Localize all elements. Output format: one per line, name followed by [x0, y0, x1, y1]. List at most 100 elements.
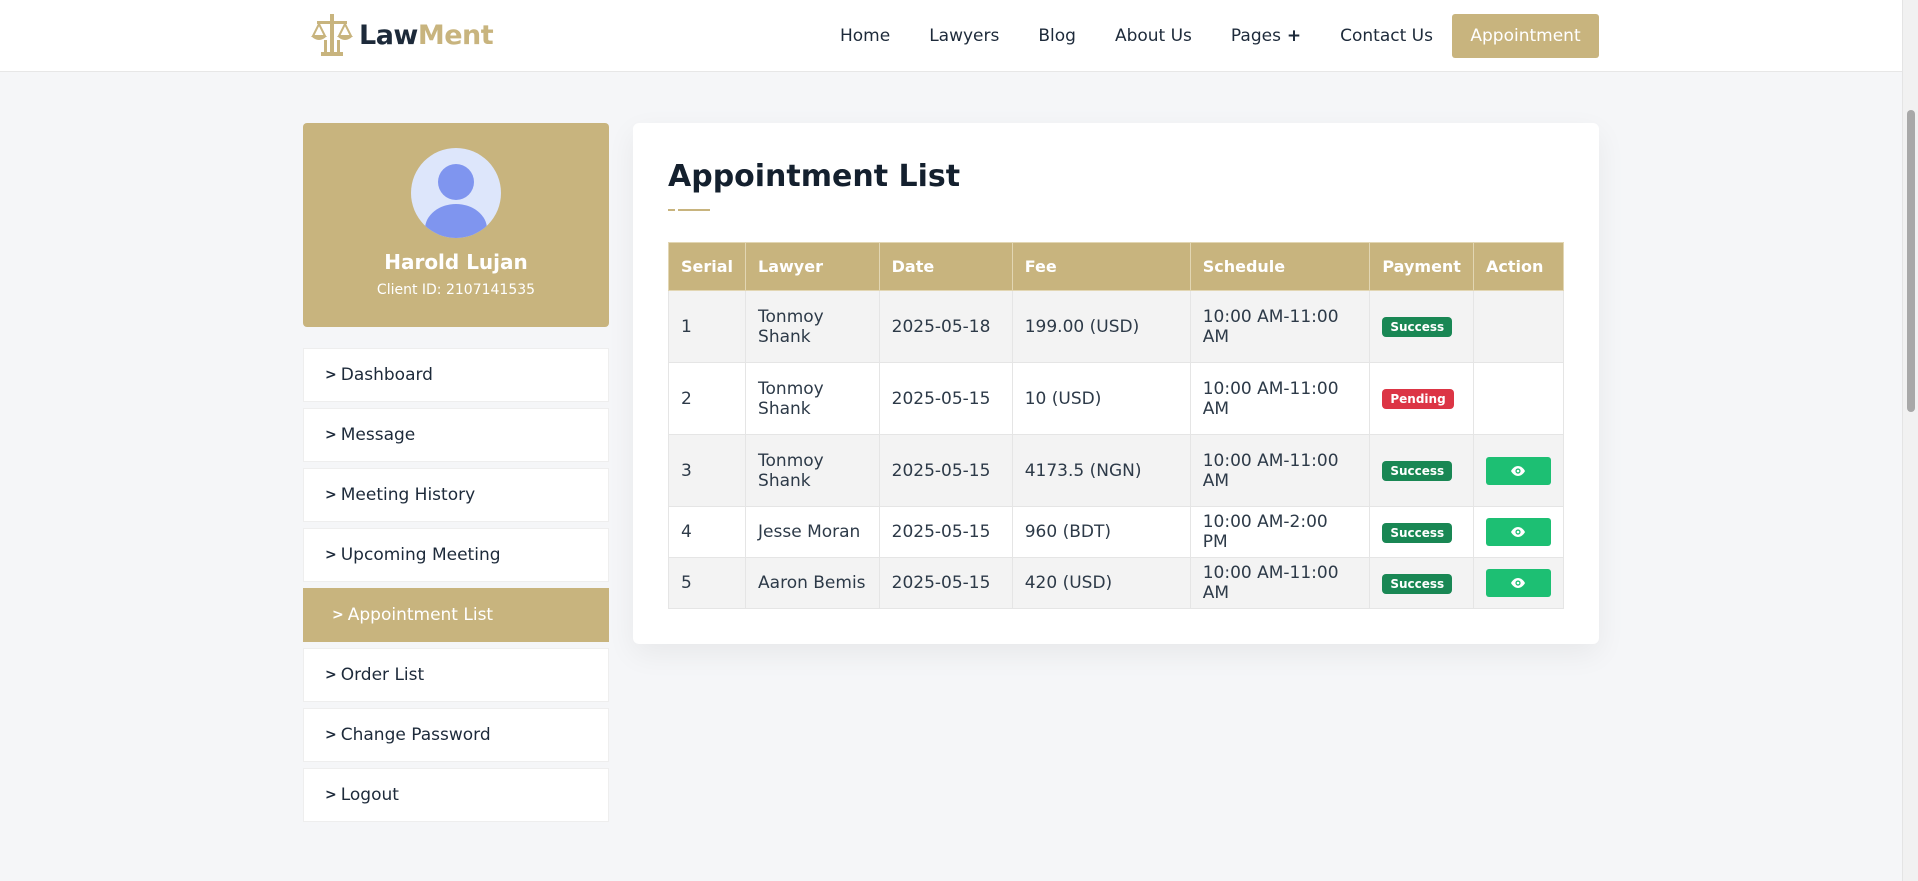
table-row: 2 Tonmoy Shank 2025-05-15 10 (USD) 10:00…	[667, 362, 1565, 435]
eye-icon	[1511, 578, 1526, 588]
profile-card: Harold Lujan Client ID: 2107141535	[303, 123, 609, 327]
sidebar-item-label: Change Password	[340, 725, 491, 745]
scales-of-justice-icon	[311, 14, 353, 56]
table-header-row: Serial Lawyer Date Fee Schedule Payment …	[667, 242, 1565, 291]
sidebar-item-label: Meeting History	[340, 485, 476, 505]
page-scrollbar[interactable]	[1902, 0, 1918, 881]
cell-payment: Success	[1369, 506, 1474, 558]
cell-serial: 2	[667, 362, 747, 435]
cell-lawyer: Tonmoy Shank	[745, 362, 880, 435]
cell-schedule: 10:00 AM-11:00 AM	[1189, 557, 1371, 609]
nav-blog[interactable]: Blog	[1038, 26, 1076, 46]
cell-payment: Pending	[1369, 362, 1474, 435]
client-id: Client ID: 2107141535	[376, 282, 536, 298]
cell-fee: 4173.5 (NGN)	[1011, 434, 1191, 507]
cell-serial: 5	[667, 557, 747, 609]
page-title: Appointment List	[668, 159, 961, 194]
table-row: 3 Tonmoy Shank 2025-05-15 4173.5 (NGN) 1…	[667, 434, 1565, 507]
appointment-table: Serial Lawyer Date Fee Schedule Payment …	[667, 242, 1565, 609]
profile-name: Harold Lujan	[384, 250, 528, 274]
sidebar-item-message[interactable]: > Message	[303, 408, 609, 462]
cell-payment: Success	[1369, 557, 1474, 609]
cell-date: 2025-05-15	[878, 434, 1013, 507]
table-row: 4 Jesse Moran 2025-05-15 960 (BDT) 10:00…	[667, 506, 1565, 558]
cell-serial: 3	[667, 434, 747, 507]
chevron-right-icon: >	[325, 427, 337, 443]
scrollbar-thumb[interactable]	[1907, 110, 1915, 412]
nav-pages[interactable]: Pages	[1231, 26, 1301, 46]
main-nav: Home Lawyers Blog About Us Pages Contact…	[840, 0, 1472, 72]
sidebar-item-label: Message	[340, 425, 416, 445]
column-header-lawyer: Lawyer	[745, 242, 880, 291]
view-button[interactable]	[1485, 569, 1551, 597]
cell-lawyer: Tonmoy Shank	[745, 434, 880, 507]
cell-schedule: 10:00 AM-11:00 AM	[1189, 290, 1371, 363]
title-underline	[668, 209, 710, 211]
column-header-date: Date	[878, 242, 1013, 291]
column-header-serial: Serial	[667, 242, 747, 291]
column-header-schedule: Schedule	[1189, 242, 1371, 291]
sidebar-item-meeting-history[interactable]: > Meeting History	[303, 468, 609, 522]
cell-serial: 4	[667, 506, 747, 558]
nav-home[interactable]: Home	[840, 26, 890, 46]
cell-date: 2025-05-18	[878, 290, 1013, 363]
site-logo[interactable]: LawMent	[309, 12, 494, 58]
user-icon	[438, 164, 474, 200]
cell-action	[1472, 434, 1565, 507]
status-badge: Pending	[1382, 389, 1454, 409]
sidebar-item-appointment-list[interactable]: > Appointment List	[303, 588, 609, 642]
cell-date: 2025-05-15	[878, 557, 1013, 609]
status-badge: Success	[1382, 461, 1453, 481]
sidebar-item-label: Logout	[340, 785, 399, 805]
cell-schedule: 10:00 AM-11:00 AM	[1189, 434, 1371, 507]
sidebar-item-upcoming-meeting[interactable]: > Upcoming Meeting	[303, 528, 609, 582]
chevron-right-icon: >	[325, 727, 337, 743]
cell-lawyer: Tonmoy Shank	[745, 290, 880, 363]
cell-action	[1472, 290, 1565, 363]
cell-action	[1472, 557, 1565, 609]
cell-fee: 199.00 (USD)	[1011, 290, 1191, 363]
logo-text: LawMent	[359, 19, 494, 51]
cell-fee: 420 (USD)	[1011, 557, 1191, 609]
cell-payment: Success	[1369, 290, 1474, 363]
sidebar-item-label: Upcoming Meeting	[340, 545, 501, 565]
status-badge: Success	[1382, 573, 1453, 594]
column-header-payment: Payment	[1369, 242, 1474, 291]
site-header: LawMent Home Lawyers Blog About Us Pages…	[0, 0, 1902, 72]
table-row: 1 Tonmoy Shank 2025-05-18 199.00 (USD) 1…	[667, 290, 1565, 363]
cell-action	[1472, 362, 1565, 435]
appointment-card: Appointment List Serial Lawyer Date Fee …	[633, 123, 1599, 644]
nav-lawyers[interactable]: Lawyers	[929, 26, 999, 46]
chevron-right-icon: >	[325, 487, 337, 503]
sidebar-item-dashboard[interactable]: > Dashboard	[303, 348, 609, 402]
nav-about-us[interactable]: About Us	[1115, 26, 1192, 46]
chevron-right-icon: >	[325, 367, 337, 383]
cell-date: 2025-05-15	[878, 506, 1013, 558]
status-badge: Success	[1382, 522, 1453, 543]
avatar	[411, 148, 501, 238]
cell-schedule: 10:00 AM-11:00 AM	[1189, 362, 1371, 435]
cell-date: 2025-05-15	[878, 362, 1013, 435]
chevron-right-icon: >	[325, 787, 337, 803]
eye-icon	[1511, 465, 1526, 476]
status-badge: Success	[1382, 317, 1453, 337]
table-row: 5 Aaron Bemis 2025-05-15 420 (USD) 10:00…	[667, 557, 1565, 609]
sidebar-item-label: Order List	[340, 665, 425, 685]
chevron-right-icon: >	[325, 667, 337, 683]
cell-fee: 10 (USD)	[1011, 362, 1191, 435]
sidebar-item-order-list[interactable]: > Order List	[303, 648, 609, 702]
view-button[interactable]	[1485, 518, 1551, 546]
sidebar-item-logout[interactable]: > Logout	[303, 768, 609, 822]
sidebar-item-change-password[interactable]: > Change Password	[303, 708, 609, 762]
cell-serial: 1	[667, 290, 747, 363]
cell-fee: 960 (BDT)	[1011, 506, 1191, 558]
cell-action	[1472, 506, 1565, 558]
cell-lawyer: Aaron Bemis	[745, 557, 880, 609]
view-button[interactable]	[1485, 456, 1551, 485]
chevron-right-icon: >	[325, 547, 337, 563]
nav-contact-us[interactable]: Contact Us	[1340, 26, 1433, 46]
cell-schedule: 10:00 AM-2:00 PM	[1189, 506, 1371, 558]
chevron-right-icon: >	[332, 607, 344, 623]
column-header-fee: Fee	[1011, 242, 1191, 291]
appointment-button[interactable]: Appointment	[1452, 14, 1599, 58]
